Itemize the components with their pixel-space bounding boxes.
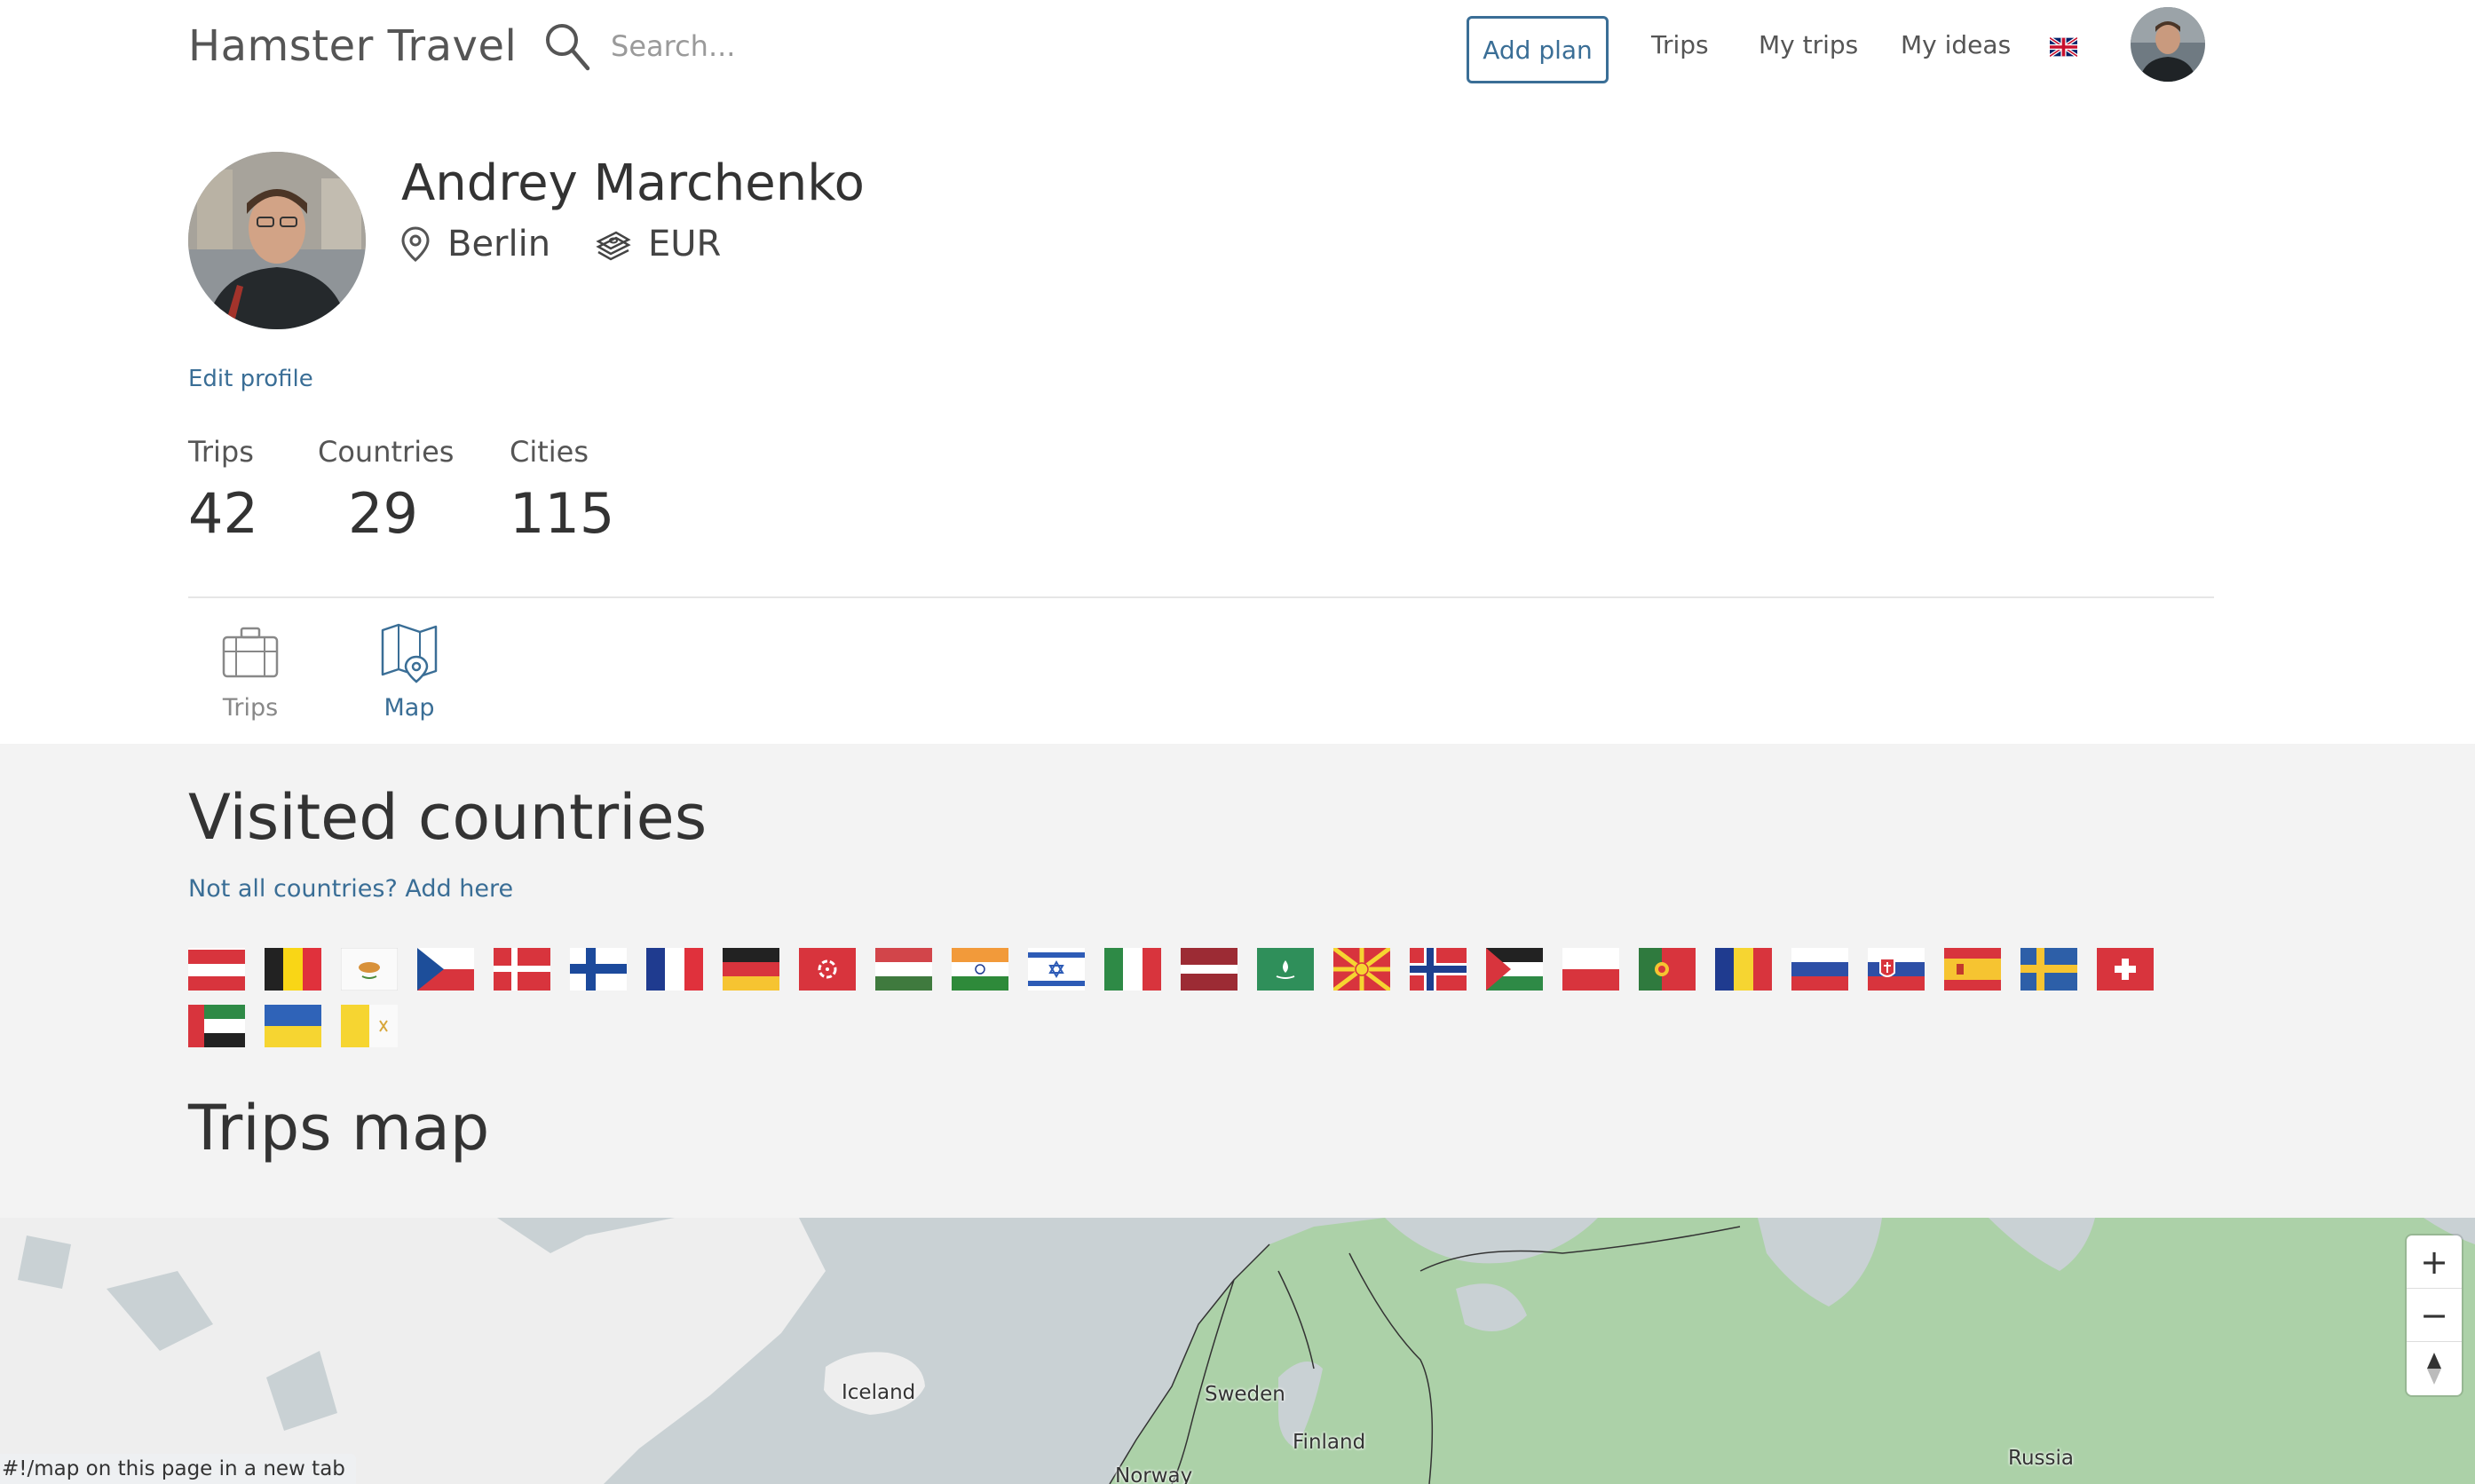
uae-flag-icon[interactable] <box>188 1005 245 1047</box>
add-countries-link[interactable]: Not all countries? Add here <box>188 875 513 903</box>
compass-button[interactable] <box>2407 1342 2462 1395</box>
germany-flag-icon[interactable] <box>723 948 779 991</box>
uk-flag-icon[interactable] <box>2050 36 2077 58</box>
zoom-in-button[interactable]: + <box>2407 1235 2462 1289</box>
trips-map[interactable]: Iceland Sweden Finland Norway Russia <box>0 1218 2475 1484</box>
search-input[interactable] <box>611 21 984 71</box>
ukraine-flag-icon[interactable] <box>265 1005 321 1047</box>
suitcase-icon <box>222 627 279 678</box>
france-flag-icon[interactable] <box>646 948 703 991</box>
top-navbar: Hamster Travel Add plan Trips My trips M… <box>0 0 2475 98</box>
profile-name: Andrey Marchenko <box>401 154 865 212</box>
macau-flag-icon[interactable] <box>1257 948 1314 991</box>
visited-countries-title: Visited countries <box>188 781 708 854</box>
map-pin-icon <box>381 623 438 683</box>
map-label-finland: Finland <box>1293 1431 1366 1454</box>
stat-cities-value: 115 <box>510 481 615 546</box>
romania-flag-icon[interactable] <box>1715 948 1772 991</box>
belgium-flag-icon[interactable] <box>265 948 321 991</box>
stat-cities-label: Cities <box>510 435 589 469</box>
switzerland-flag-icon[interactable] <box>2097 948 2154 991</box>
slovakia-flag-icon[interactable] <box>1868 948 1925 991</box>
section-divider <box>188 596 2214 598</box>
nav-trips-link[interactable]: Trips <box>1651 30 1709 59</box>
latvia-flag-icon[interactable] <box>1181 948 1238 991</box>
site-logo[interactable]: Hamster Travel <box>188 21 517 71</box>
browser-status-bar: #!/map on this page in a new tab <box>0 1454 356 1484</box>
map-label-russia: Russia <box>2008 1447 2074 1470</box>
denmark-flag-icon[interactable] <box>494 948 550 991</box>
vatican-flag-icon[interactable] <box>341 1005 398 1047</box>
russia-flag-icon[interactable] <box>1791 948 1848 991</box>
profile-currency: EUR <box>648 224 722 264</box>
czechia-flag-icon[interactable] <box>417 948 474 991</box>
portugal-flag-icon[interactable] <box>1639 948 1696 991</box>
nav-my-trips-link[interactable]: My trips <box>1759 30 1858 59</box>
money-stack-icon <box>596 231 631 261</box>
norway-flag-icon[interactable] <box>1410 948 1467 991</box>
hungary-flag-icon[interactable] <box>875 948 932 991</box>
stat-trips-label: Trips <box>188 435 254 469</box>
edit-profile-link[interactable]: Edit profile <box>188 366 313 392</box>
map-canvas <box>0 1218 2475 1484</box>
flag-list <box>188 948 2177 1062</box>
profile-location: Berlin <box>447 224 551 264</box>
finland-flag-icon[interactable] <box>570 948 627 991</box>
add-plan-button[interactable]: Add plan <box>1467 16 1609 83</box>
location-pin-icon <box>401 226 430 262</box>
cyprus-flag-icon[interactable] <box>341 948 398 991</box>
map-label-iceland: Iceland <box>842 1381 916 1404</box>
stat-trips-value: 42 <box>188 481 258 546</box>
map-label-sweden: Sweden <box>1205 1383 1285 1406</box>
map-label-norway: Norway <box>1115 1464 1193 1484</box>
india-flag-icon[interactable] <box>952 948 1008 991</box>
austria-flag-icon[interactable] <box>188 948 245 991</box>
tab-map-label: Map <box>384 694 435 722</box>
map-zoom-control: + − <box>2407 1235 2462 1395</box>
compass-icon <box>2427 1353 2441 1385</box>
nav-my-ideas-link[interactable]: My ideas <box>1901 30 2011 59</box>
tab-trips-label: Trips <box>222 694 279 722</box>
poland-flag-icon[interactable] <box>1562 948 1619 991</box>
tab-trips[interactable]: Trips <box>210 621 291 722</box>
israel-flag-icon[interactable] <box>1028 948 1085 991</box>
user-avatar[interactable] <box>2131 7 2205 82</box>
profile-avatar <box>188 152 366 329</box>
spain-flag-icon[interactable] <box>1944 948 2001 991</box>
zoom-out-button[interactable]: − <box>2407 1289 2462 1342</box>
palestine-flag-icon[interactable] <box>1486 948 1543 991</box>
tab-map[interactable]: Map <box>366 621 453 722</box>
north-macedonia-flag-icon[interactable] <box>1333 948 1390 991</box>
stat-countries-label: Countries <box>318 435 455 469</box>
search-icon[interactable] <box>543 21 591 73</box>
stat-countries-value: 29 <box>348 481 418 546</box>
italy-flag-icon[interactable] <box>1104 948 1161 991</box>
trips-map-title: Trips map <box>188 1092 490 1164</box>
sweden-flag-icon[interactable] <box>2020 948 2077 991</box>
hong-kong-flag-icon[interactable] <box>799 948 856 991</box>
